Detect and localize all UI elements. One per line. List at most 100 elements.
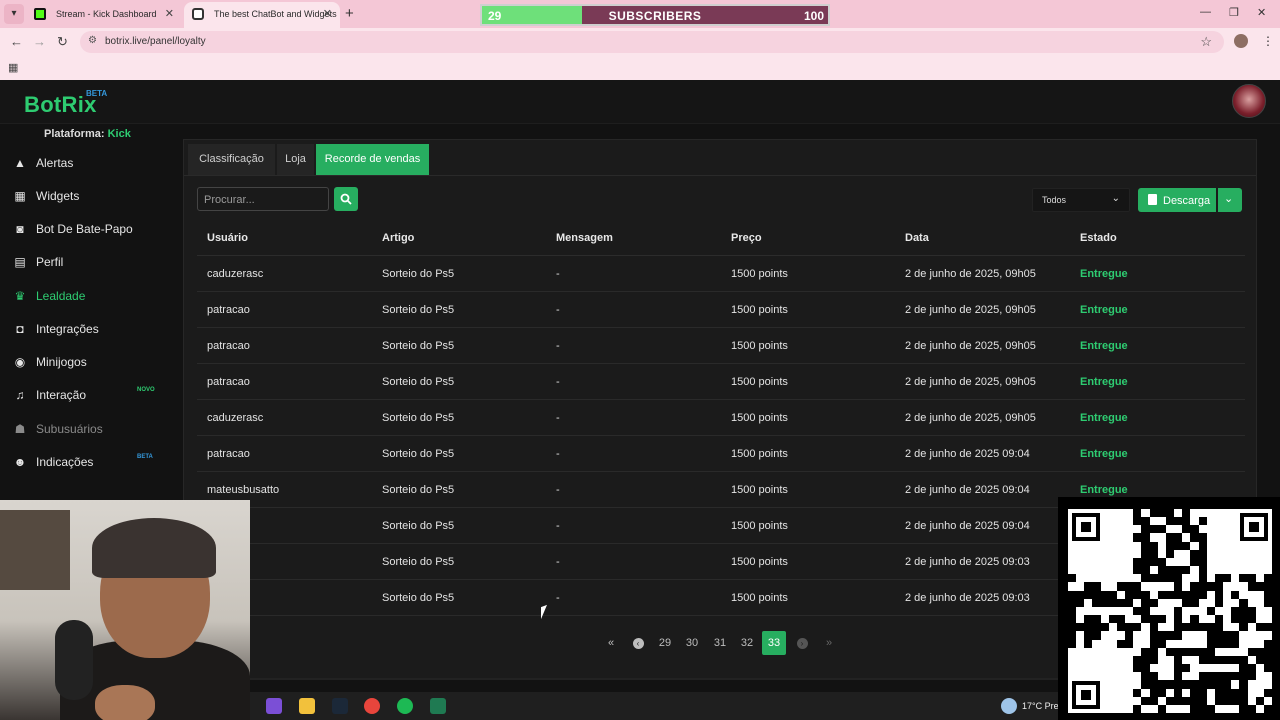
file-excel-icon: [1148, 194, 1157, 205]
sidebar-item-interacao[interactable]: ♫ Interação NOVO: [0, 380, 168, 410]
cell-preco: 1500 points: [731, 484, 788, 496]
qr-module: [1182, 623, 1191, 632]
browser-tab-botrix[interactable]: The best ChatBot and Widgets ✕: [184, 2, 340, 28]
qr-module: [1198, 623, 1207, 632]
browser-menu-icon[interactable]: ⋮: [1262, 34, 1274, 48]
last-page-button[interactable]: »: [817, 631, 841, 655]
qr-module: [1149, 525, 1158, 534]
file-explorer-icon[interactable]: [299, 698, 315, 714]
sidebar-item-label: Integrações: [36, 322, 99, 336]
webcam-overlay: [0, 500, 250, 720]
chrome-icon[interactable]: [364, 698, 380, 714]
page-button[interactable]: 29: [653, 631, 677, 655]
column-header[interactable]: Artigo: [382, 232, 414, 244]
current-page-button[interactable]: 33: [762, 631, 786, 655]
sidebar-item-integracoes[interactable]: ◘ Integrações: [0, 314, 168, 344]
sidebar-item-perfil[interactable]: ▤ Perfil: [0, 247, 168, 277]
search-placeholder: Procurar...: [204, 194, 255, 206]
column-header[interactable]: Preço: [731, 232, 762, 244]
temperature: 17°C: [1022, 701, 1043, 711]
column-header[interactable]: Mensagem: [556, 232, 613, 244]
qr-module: [1165, 680, 1175, 689]
status-filter-select[interactable]: Todos ⌄: [1032, 188, 1130, 212]
cell-estado: Entregue: [1080, 376, 1128, 388]
sidebar-item-subusuarios[interactable]: ☗ Subusuários: [0, 414, 168, 444]
sidebar-item-indicacoes[interactable]: ☻ Indicações BETA: [0, 447, 168, 477]
apps-grid-icon[interactable]: ▦: [8, 61, 18, 74]
qr-module: [1092, 631, 1101, 640]
qr-module: [1206, 680, 1215, 689]
qr-module: [1141, 541, 1150, 550]
sidebar-item-label: Subusuários: [36, 422, 103, 436]
minimize-button[interactable]: —: [1200, 6, 1211, 18]
qr-module: [1198, 541, 1207, 550]
close-window-button[interactable]: ✕: [1257, 6, 1266, 19]
qr-module: [1206, 704, 1215, 713]
tabs-divider: [184, 175, 1256, 176]
browser-profile-avatar[interactable]: [1234, 34, 1248, 48]
qr-module: [1141, 655, 1150, 665]
cell-mensagem: -: [556, 556, 560, 568]
download-button[interactable]: Descarga: [1138, 188, 1216, 212]
back-button[interactable]: ←: [10, 34, 23, 49]
user-avatar[interactable]: [1232, 84, 1266, 118]
copilot-icon[interactable]: [266, 698, 282, 714]
cell-usuario: patracao: [207, 448, 250, 460]
column-header[interactable]: Estado: [1080, 232, 1117, 244]
address-bar-row: ← → ↻ ⚙ botrix.live/panel/loyalty ☆: [0, 28, 1280, 56]
qr-module: [1182, 509, 1191, 518]
qr-module: [1149, 557, 1158, 567]
tab-loja[interactable]: Loja: [277, 144, 314, 175]
qr-module: [1223, 631, 1232, 640]
qr-module: [1231, 672, 1240, 681]
download-dropdown-button[interactable]: ⌄: [1218, 188, 1242, 212]
qr-module: [1149, 639, 1158, 648]
qr-module: [1068, 590, 1077, 599]
search-button[interactable]: [334, 187, 358, 211]
qr-module: [1116, 615, 1126, 624]
reload-button[interactable]: ↻: [57, 34, 68, 50]
qr-module: [1239, 672, 1248, 681]
qr-module: [1214, 590, 1224, 599]
qr-module: [1223, 688, 1232, 697]
next-page-button[interactable]: ›: [790, 631, 814, 655]
site-info-icon[interactable]: ⚙: [88, 35, 97, 46]
close-icon[interactable]: ✕: [323, 2, 332, 26]
platform-indicator: Plataforma: Kick: [44, 128, 131, 140]
browser-tab-kick[interactable]: Stream - Kick Dashboard ✕: [26, 2, 182, 28]
qr-module: [1149, 672, 1158, 681]
close-icon[interactable]: ✕: [165, 2, 174, 26]
previous-page-button[interactable]: ‹: [626, 631, 650, 655]
qr-module: [1141, 598, 1150, 607]
url-field[interactable]: ⚙ botrix.live/panel/loyalty ☆: [80, 31, 1224, 53]
tab-recorde-de-vendas[interactable]: Recorde de vendas: [316, 144, 429, 175]
sidebar-item-alertas[interactable]: ▲ Alertas: [0, 148, 168, 178]
spotify-icon[interactable]: [397, 698, 413, 714]
table-row: caduzerasc Sorteio do Ps5 - 1500 points 2 de…: [197, 400, 1245, 436]
tab-title: Stream - Kick Dashboard: [56, 9, 157, 19]
tab-classificacao[interactable]: Classificação: [188, 144, 275, 175]
page-button[interactable]: 30: [680, 631, 704, 655]
first-page-button[interactable]: «: [599, 631, 623, 655]
qr-module: [1190, 590, 1199, 599]
search-input[interactable]: Procurar...: [197, 187, 329, 211]
excel-icon[interactable]: [430, 698, 446, 714]
sidebar-item-bot[interactable]: ◙ Bot De Bate-Papo: [0, 214, 168, 244]
sidebar-item-widgets[interactable]: ▦ Widgets: [0, 181, 168, 211]
qr-module: [1206, 655, 1215, 665]
sidebar-item-lealdade[interactable]: ♛ Lealdade: [0, 281, 168, 311]
bookmark-star-icon[interactable]: ☆: [1200, 34, 1212, 50]
steam-icon[interactable]: [332, 698, 348, 714]
new-tab-button[interactable]: +: [345, 5, 354, 22]
sidebar-item-minijogos[interactable]: ◉ Minijogos: [0, 347, 168, 377]
restore-button[interactable]: ❐: [1229, 6, 1239, 19]
cell-estado: Entregue: [1080, 340, 1128, 352]
qr-module: [1206, 647, 1215, 656]
page-button[interactable]: 31: [708, 631, 732, 655]
column-header[interactable]: Data: [905, 232, 929, 244]
page-button[interactable]: 32: [735, 631, 759, 655]
forward-button[interactable]: →: [33, 34, 46, 49]
column-header[interactable]: Usuário: [207, 232, 248, 244]
tab-search-button[interactable]: ▾: [4, 4, 24, 24]
chevron-left-icon: ‹: [632, 637, 644, 649]
